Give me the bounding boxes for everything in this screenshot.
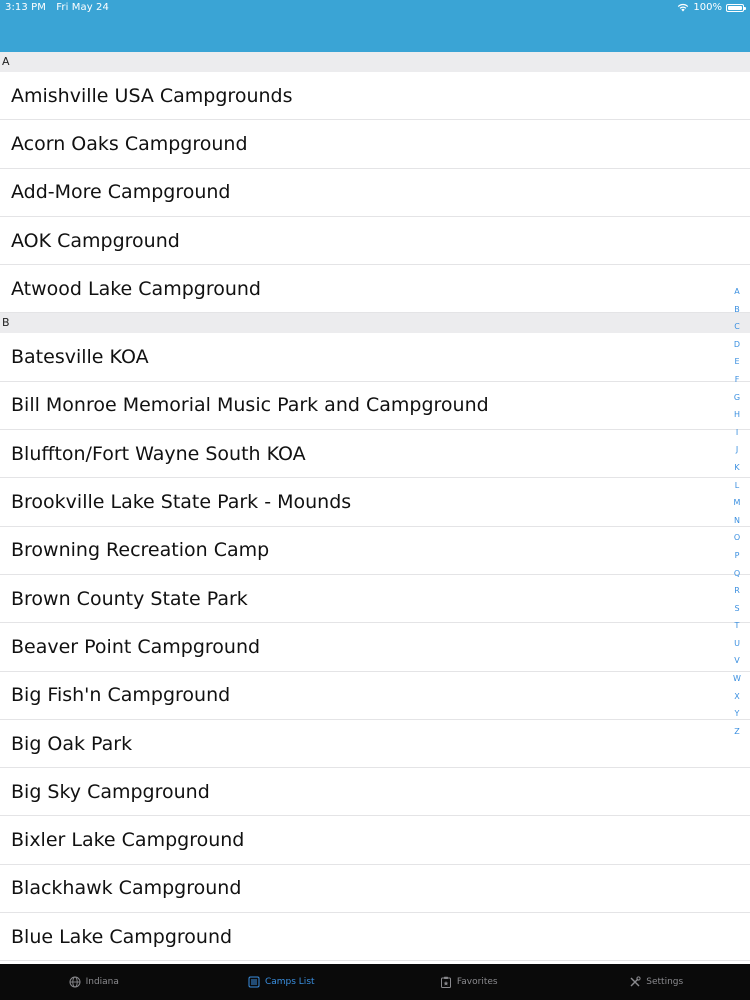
wifi-icon — [678, 3, 689, 12]
list-item[interactable]: Atwood Lake Campground — [0, 265, 750, 314]
index-letter-p[interactable]: P — [735, 547, 740, 565]
tab-label: Settings — [646, 977, 684, 987]
index-letter-l[interactable]: L — [735, 477, 739, 495]
tab-bar: Indiana Camps List Favorites Settings — [0, 964, 750, 1000]
index-letter-c[interactable]: C — [734, 318, 740, 336]
status-time: 3:13 PM — [5, 2, 46, 13]
list-item[interactable]: Acorn Oaks Campground — [0, 120, 750, 169]
list-item[interactable]: Amishville USA Campgrounds — [0, 72, 750, 121]
index-letter-s[interactable]: S — [734, 600, 739, 618]
index-letter-w[interactable]: W — [733, 670, 741, 688]
list-item[interactable]: Big Sky Campground — [0, 768, 750, 817]
screen: 3:13 PM Fri May 24 100% A Amishville USA … — [0, 0, 750, 1000]
index-letter-k[interactable]: K — [734, 459, 739, 477]
list-item[interactable]: Beaver Point Campground — [0, 623, 750, 672]
index-letter-r[interactable]: R — [734, 582, 740, 600]
section-index[interactable]: ABCDEFGHIJKLMNOPQRSTUVWXYZ — [730, 283, 744, 740]
camps-list[interactable]: A Amishville USA Campgrounds Acorn Oaks Ca… — [0, 52, 750, 964]
list-item[interactable]: Bill Monroe Memorial Music Park and Camp… — [0, 381, 750, 431]
index-letter-f[interactable]: F — [735, 371, 740, 389]
index-letter-i[interactable]: I — [736, 424, 738, 442]
index-letter-v[interactable]: V — [734, 652, 739, 670]
index-letter-m[interactable]: M — [734, 494, 741, 512]
list-item[interactable]: Big Oak Park — [0, 719, 750, 769]
list-item[interactable]: Bluffton/Fort Wayne South KOA — [0, 430, 750, 479]
index-letter-q[interactable]: Q — [734, 565, 740, 583]
index-letter-n[interactable]: N — [734, 512, 740, 530]
battery-icon — [726, 3, 746, 12]
index-letter-o[interactable]: O — [734, 529, 740, 547]
tab-favorites[interactable]: Favorites — [375, 964, 563, 1000]
list-item[interactable]: Blackhawk Campground — [0, 864, 750, 914]
navigation-bar: 3:13 PM Fri May 24 100% — [0, 0, 750, 52]
status-bar-left: 3:13 PM Fri May 24 — [5, 2, 116, 13]
status-bar-right: 100% — [677, 2, 746, 13]
list-item[interactable]: Bixler Lake Campground — [0, 816, 750, 865]
index-letter-z[interactable]: Z — [734, 723, 739, 741]
battery-percent: 100% — [693, 2, 722, 13]
list-item[interactable]: Batesville KOA — [0, 333, 750, 382]
tab-label: Indiana — [85, 977, 119, 987]
index-letter-h[interactable]: H — [734, 406, 740, 424]
tab-label: Camps List — [264, 977, 315, 987]
section-header-b: B — [0, 313, 750, 334]
list-item[interactable]: Big Fish'n Campground — [0, 671, 750, 720]
list-item[interactable]: Blue Lake Campground — [0, 913, 750, 962]
list-item[interactable]: Brookville Lake State Park - Mounds — [0, 478, 750, 527]
tab-camps-list[interactable]: Camps List — [188, 964, 376, 1000]
index-letter-d[interactable]: D — [734, 336, 740, 354]
index-letter-t[interactable]: T — [735, 617, 740, 635]
index-letter-e[interactable]: E — [734, 353, 739, 371]
index-letter-y[interactable]: Y — [735, 705, 740, 723]
list-item[interactable]: Add-More Campground — [0, 168, 750, 217]
index-letter-u[interactable]: U — [734, 635, 740, 653]
tab-label: Favorites — [456, 977, 498, 987]
index-letter-a[interactable]: A — [734, 283, 739, 301]
list-item[interactable]: AOK Campground — [0, 216, 750, 266]
tab-settings[interactable]: Settings — [563, 964, 750, 1000]
index-letter-g[interactable]: G — [734, 389, 740, 407]
section-header-a: A — [0, 52, 750, 72]
tab-indiana[interactable]: Indiana — [0, 964, 188, 1000]
list-item[interactable]: Browning Recreation Camp — [0, 526, 750, 575]
clipboard-icon — [440, 976, 451, 988]
list-item[interactable]: Brown County State Park — [0, 574, 750, 624]
index-letter-x[interactable]: X — [734, 688, 739, 706]
index-letter-b[interactable]: B — [734, 301, 740, 319]
tools-icon — [630, 976, 641, 987]
list-icon — [248, 976, 260, 988]
globe-icon — [69, 976, 81, 988]
index-letter-j[interactable]: J — [736, 441, 738, 459]
status-date: Fri May 24 — [56, 2, 109, 13]
